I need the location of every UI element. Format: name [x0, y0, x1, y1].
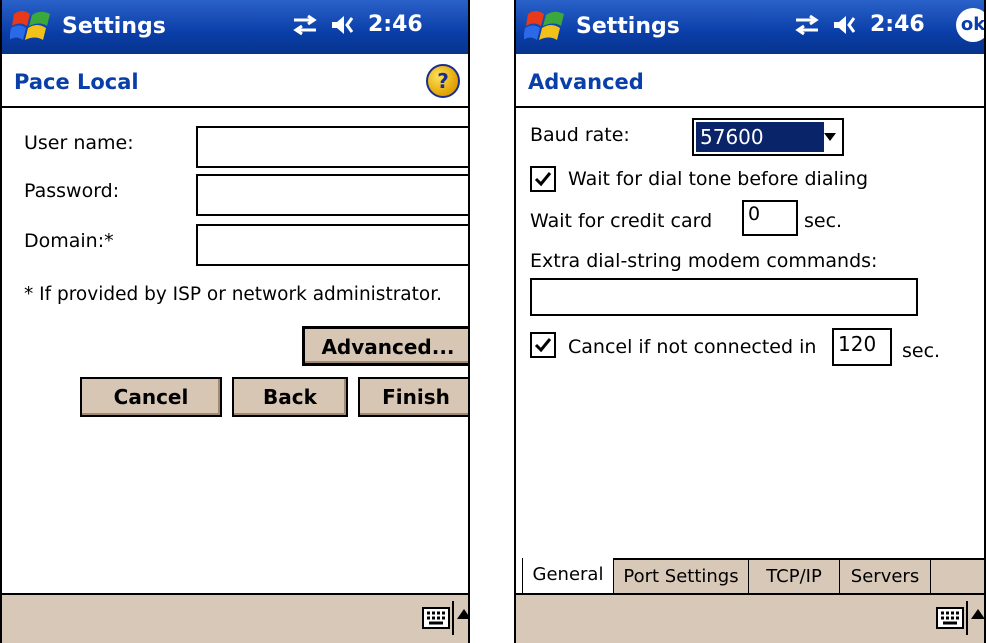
separator: [452, 601, 454, 635]
baud-rate-value: 57600: [696, 122, 824, 152]
user-name-input[interactable]: [196, 126, 468, 168]
status-area[interactable]: 2:46: [794, 12, 925, 37]
finish-button[interactable]: Finish: [358, 377, 468, 417]
title-bar: Settings 2:46 ok: [516, 0, 984, 54]
keyboard-icon[interactable]: [936, 607, 964, 629]
cancel-button[interactable]: Cancel: [80, 377, 222, 417]
password-input[interactable]: [196, 174, 468, 216]
user-name-label: User name:: [24, 132, 134, 154]
tab-servers[interactable]: Servers: [839, 558, 931, 594]
ok-button[interactable]: ok: [956, 8, 984, 42]
wait-dial-tone-checkbox[interactable]: [530, 166, 556, 192]
up-arrow-icon[interactable]: [971, 609, 984, 619]
advanced-button[interactable]: Advanced...: [302, 326, 468, 366]
page-title: Pace Local: [14, 70, 139, 94]
wait-dial-tone-label: Wait for dial tone before dialing: [568, 168, 869, 190]
baud-rate-select[interactable]: 57600: [692, 118, 844, 156]
domain-input[interactable]: [196, 224, 468, 266]
password-label: Password:: [24, 180, 120, 202]
title-bar: Settings 2:46: [2, 0, 468, 54]
speaker-icon[interactable]: [330, 13, 356, 37]
tab-general[interactable]: General: [522, 558, 614, 594]
extra-dial-label: Extra dial-string modem commands:: [530, 250, 878, 272]
credit-card-input[interactable]: 0: [742, 200, 798, 236]
keyboard-icon[interactable]: [422, 607, 450, 629]
cancel-if-input[interactable]: 120: [832, 328, 892, 366]
windows-flag-icon[interactable]: [10, 6, 54, 46]
cancel-if-checkbox[interactable]: [530, 332, 556, 358]
status-area[interactable]: 2:46: [292, 12, 423, 37]
checkmark-icon: [534, 338, 552, 353]
connectivity-icon[interactable]: [794, 14, 820, 36]
right-screen: Settings 2:46 ok Advanced Baud rate: 576…: [514, 0, 986, 643]
domain-label: Domain:*: [24, 230, 114, 252]
tab-port-settings[interactable]: Port Settings: [613, 558, 749, 594]
tab-tcp-ip[interactable]: TCP/IP: [748, 558, 840, 594]
chevron-down-icon[interactable]: [824, 133, 836, 141]
menu-bar: [2, 593, 468, 643]
up-arrow-icon[interactable]: [457, 609, 468, 619]
page-title: Advanced: [528, 70, 644, 94]
clock[interactable]: 2:46: [870, 12, 925, 37]
page-header: Advanced: [516, 54, 984, 108]
cancel-if-label: Cancel if not connected in: [568, 336, 817, 358]
app-title: Settings: [576, 14, 680, 39]
menu-bar: [516, 593, 984, 643]
baud-rate-label: Baud rate:: [530, 124, 630, 146]
isp-note: * If provided by ISP or network administ…: [24, 284, 443, 305]
separator: [966, 601, 968, 635]
help-icon[interactable]: ?: [426, 64, 460, 98]
tab-strip: General Port Settings TCP/IP Servers: [516, 558, 984, 594]
left-screen: Settings 2:46 Pace Local ? User name: Pa…: [0, 0, 470, 643]
windows-flag-icon[interactable]: [524, 6, 568, 46]
tab-filler: [930, 558, 984, 594]
credit-card-unit: sec.: [804, 210, 843, 232]
checkmark-icon: [534, 172, 552, 187]
back-button[interactable]: Back: [232, 377, 348, 417]
credit-card-label: Wait for credit card: [530, 210, 713, 232]
clock[interactable]: 2:46: [368, 12, 423, 37]
extra-dial-input[interactable]: [530, 278, 918, 316]
page-header: Pace Local ?: [2, 54, 468, 108]
cancel-if-unit: sec.: [902, 340, 941, 362]
connectivity-icon[interactable]: [292, 14, 318, 36]
app-title: Settings: [62, 14, 166, 39]
speaker-icon[interactable]: [832, 13, 858, 37]
